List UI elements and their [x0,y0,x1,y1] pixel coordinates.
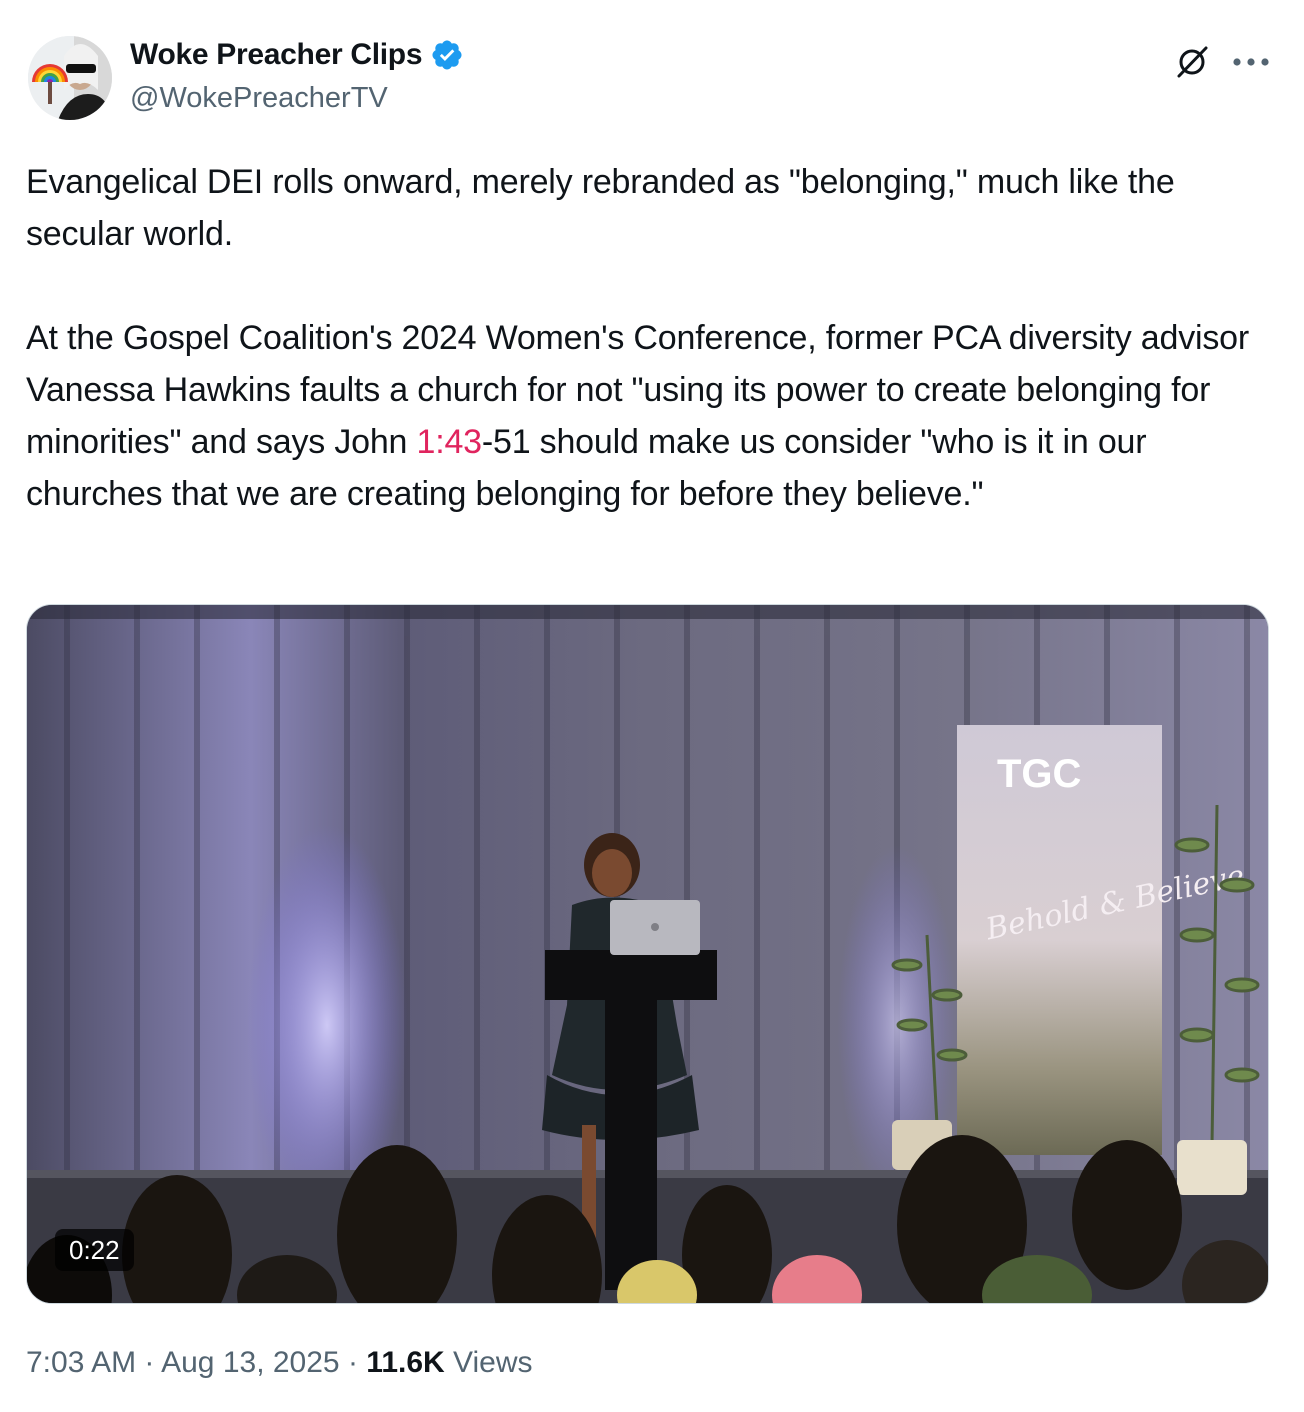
meta-separator: · [144,1346,155,1379]
tweet-paragraph-2: At the Gospel Coalition's 2024 Women's C… [26,312,1276,520]
tweet-paragraph-1: Evangelical DEI rolls onward, merely reb… [26,163,1175,253]
verified-badge-icon [432,40,462,70]
author-avatar[interactable] [28,36,112,120]
grok-button[interactable] [1170,40,1214,84]
video-player[interactable]: TGC Behold & Believe 0:22 [26,604,1269,1304]
tweet-timestamp-date[interactable]: Aug 13, 2025 [161,1346,340,1379]
more-options-button[interactable] [1226,40,1276,84]
video-frame: TGC Behold & Believe [27,605,1268,1303]
banner-logo-text: TGC [997,752,1081,796]
tweet-meta: 7:03 AM · Aug 13, 2025 · 11.6K Views [26,1346,533,1380]
meta-separator: · [347,1346,358,1379]
video-duration-badge: 0:22 [55,1229,134,1271]
author-handle[interactable]: @WokePreacherTV [130,82,388,115]
more-dots-icon [1233,58,1269,66]
grok-icon [1177,46,1208,78]
views-label: Views [453,1346,533,1379]
author-name-text: Woke Preacher Clips [130,38,423,71]
scripture-link[interactable]: 1:43 [417,423,483,461]
author-name[interactable]: Woke Preacher Clips [130,38,464,72]
tweet: Woke Preacher Clips @WokePreacherTV Evan… [0,0,1304,1412]
avatar-image [28,36,112,120]
tweet-text: Evangelical DEI rolls onward, merely reb… [26,156,1276,520]
tweet-timestamp-time[interactable]: 7:03 AM [26,1346,136,1379]
views-count: 11.6K [366,1346,445,1379]
